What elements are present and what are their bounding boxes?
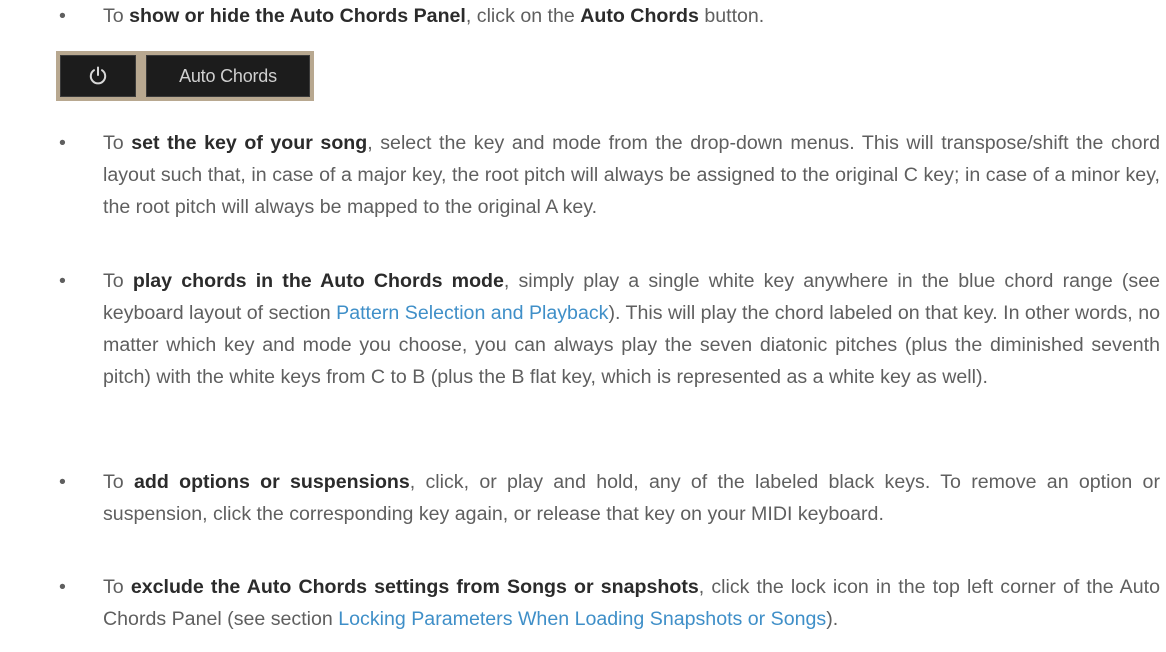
link-pattern-selection[interactable]: Pattern Selection and Playback (336, 302, 608, 324)
list-item-text: To show or hide the Auto Chords Panel, c… (103, 5, 765, 27)
list-item-show-hide: • To show or hide the Auto Chords Panel,… (56, 0, 1160, 36)
list-item-text: To add options or suspensions, click, or… (103, 471, 1160, 525)
list-item-set-key: • To set the key of your song, select th… (56, 127, 1160, 259)
list-item-add-options: • To add options or suspensions, click, … (56, 466, 1160, 566)
list-item-play-chords: • To play chords in the Auto Chords mode… (56, 265, 1160, 461)
bullet: • (59, 576, 66, 598)
auto-chords-button: Auto Chords (146, 55, 310, 97)
power-button (60, 55, 136, 97)
list-item-text: To exclude the Auto Chords settings from… (103, 576, 1160, 630)
list-item-exclude-settings: • To exclude the Auto Chords settings fr… (56, 571, 1160, 651)
bullet: • (59, 471, 66, 493)
document-page: • To show or hide the Auto Chords Panel,… (0, 0, 1166, 652)
bold-term: play chords in the Auto Chords mode (132, 270, 504, 292)
bullet: • (59, 132, 66, 154)
bold-term: set the key of your song (131, 132, 368, 154)
bold-term: add options or suspensions (133, 471, 410, 493)
list-item-text: To set the key of your song, select the … (103, 132, 1160, 218)
bold-term: exclude the Auto Chords settings from So… (130, 576, 699, 598)
auto-chords-buttons-figure: Auto Chords (56, 51, 314, 101)
list-item-text: To play chords in the Auto Chords mode, … (103, 270, 1161, 388)
bullet: • (59, 270, 66, 292)
link-locking-parameters[interactable]: Locking Parameters When Loading Snapshot… (338, 608, 826, 630)
bold-term: Auto Chords (580, 5, 699, 27)
bold-term: show or hide the Auto Chords Panel (129, 5, 466, 27)
power-icon (89, 66, 107, 85)
bullet: • (59, 5, 66, 27)
